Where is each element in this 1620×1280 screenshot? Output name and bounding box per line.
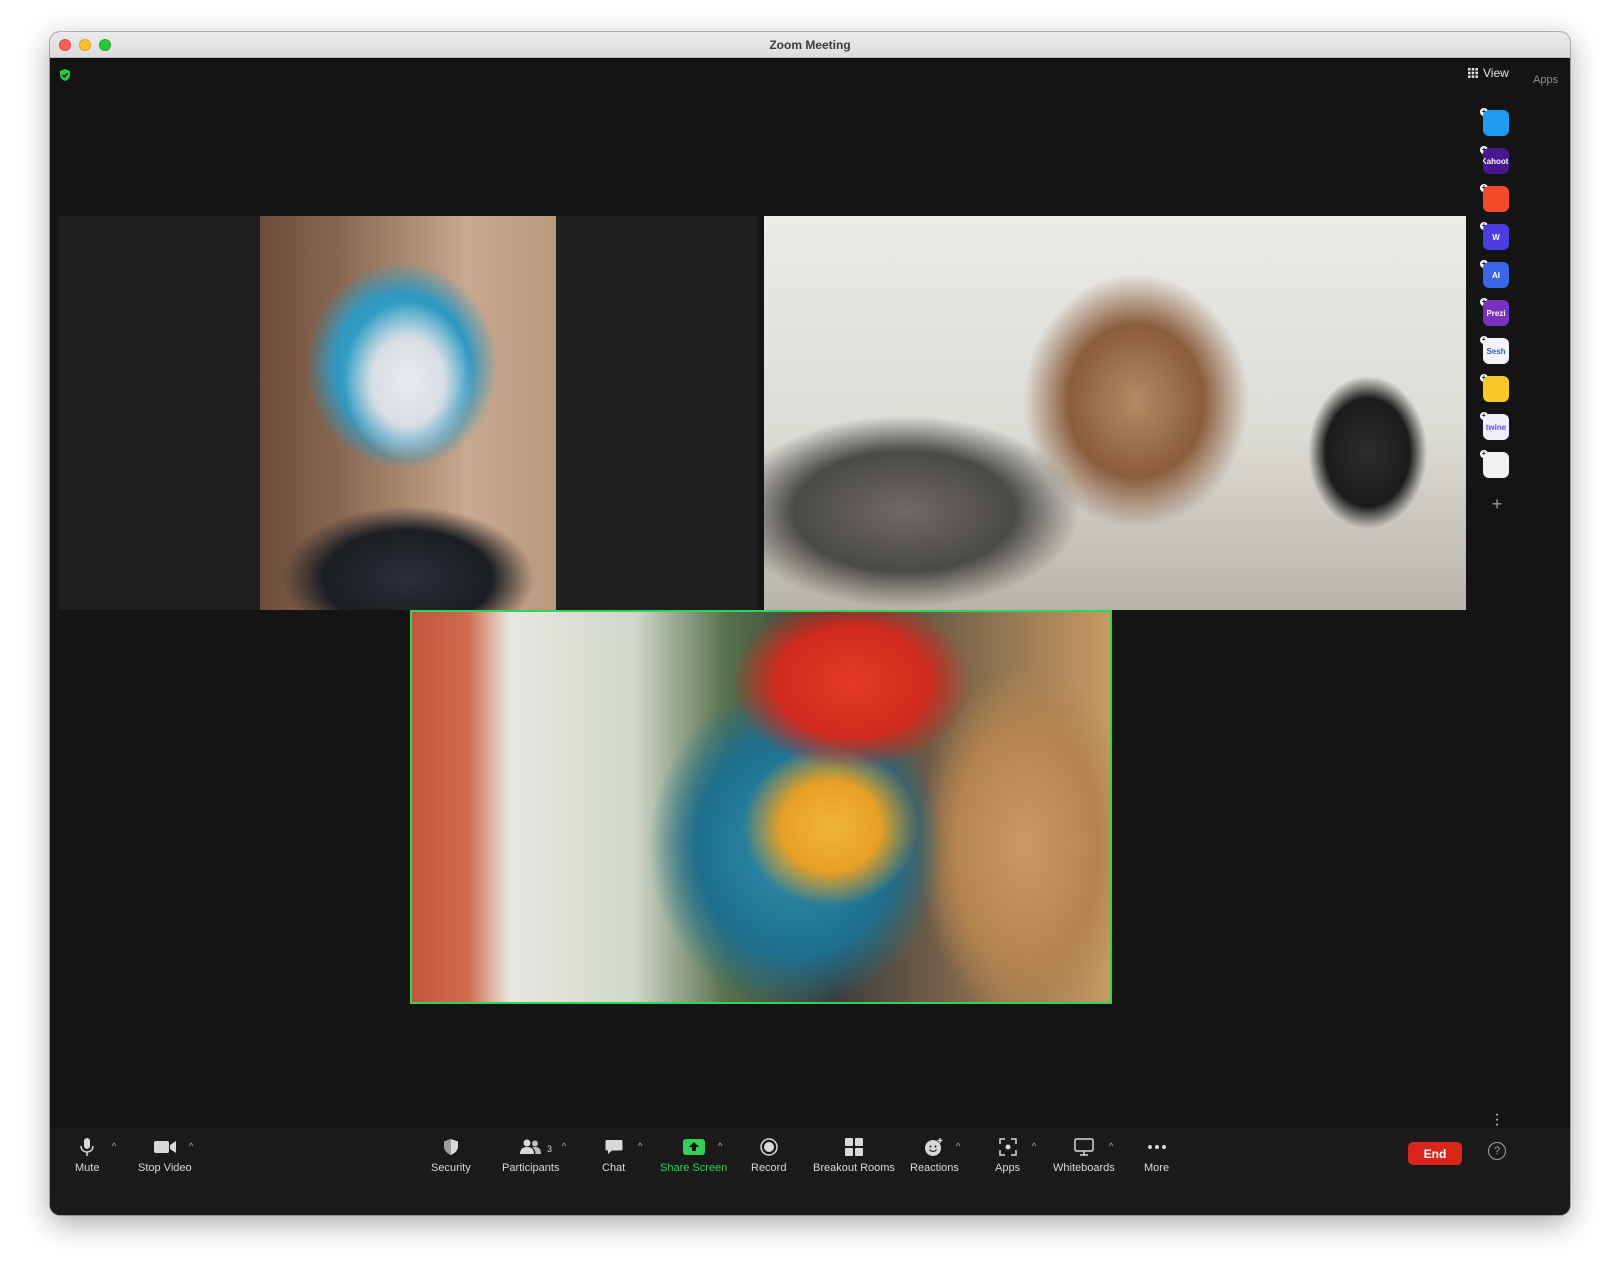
audio-options-chevron-up-icon[interactable]: ^ xyxy=(112,1141,116,1151)
app-w-icon[interactable]: W xyxy=(1483,224,1509,250)
reactions-options-chevron-up-icon[interactable]: ^ xyxy=(956,1141,960,1151)
app-sesh-icon[interactable]: Sesh xyxy=(1483,338,1509,364)
participants-button[interactable]: Participants xyxy=(502,1136,559,1174)
participants-icon xyxy=(519,1136,542,1158)
whiteboard-icon xyxy=(1073,1136,1095,1158)
stop-video-button[interactable]: Stop Video xyxy=(138,1136,192,1174)
help-button[interactable]: ? xyxy=(1488,1142,1506,1160)
apps-panel-label: Apps xyxy=(1533,74,1559,86)
video-camera-icon xyxy=(153,1136,176,1158)
app-smiley-icon[interactable] xyxy=(1483,376,1509,402)
view-label: View xyxy=(1483,66,1509,80)
chat-button[interactable]: Chat xyxy=(602,1136,625,1174)
stop-video-label: Stop Video xyxy=(138,1162,192,1174)
share-screen-label: Share Screen xyxy=(660,1162,728,1174)
mute-button[interactable]: Mute xyxy=(75,1136,99,1174)
whiteboards-button[interactable]: Whiteboards xyxy=(1053,1136,1115,1174)
participant-video-feed-3 xyxy=(412,612,1110,1002)
end-meeting-button[interactable]: End xyxy=(1408,1142,1462,1165)
app-arrow-icon[interactable] xyxy=(1483,110,1509,136)
reactions-smiley-icon xyxy=(923,1136,945,1158)
mute-label: Mute xyxy=(75,1162,100,1174)
record-button[interactable]: Record xyxy=(751,1136,786,1174)
app-grid-icon[interactable] xyxy=(1483,452,1509,478)
window-title: Zoom Meeting xyxy=(769,38,851,52)
active-speaker-video-tile[interactable] xyxy=(410,610,1112,1004)
security-label: Security xyxy=(431,1162,471,1174)
app-prezi-icon[interactable]: Prezi xyxy=(1483,300,1509,326)
view-button[interactable]: View xyxy=(1468,66,1509,80)
video-options-chevron-up-icon[interactable]: ^ xyxy=(189,1141,193,1151)
chat-options-chevron-up-icon[interactable]: ^ xyxy=(638,1141,642,1151)
add-app-button[interactable]: + xyxy=(1486,494,1508,516)
more-button[interactable]: More xyxy=(1144,1136,1169,1174)
encryption-shield-icon[interactable] xyxy=(58,68,72,82)
participants-count-badge: 3 xyxy=(547,1144,553,1154)
participant-video-feed-2 xyxy=(764,216,1466,610)
share-options-chevron-up-icon[interactable]: ^ xyxy=(718,1141,722,1151)
app-red-block-icon[interactable] xyxy=(1483,186,1509,212)
share-screen-icon xyxy=(682,1136,705,1158)
app-kahoot-icon[interactable]: Kahoot! xyxy=(1483,148,1509,174)
microphone-icon xyxy=(76,1136,98,1158)
record-icon xyxy=(758,1136,780,1158)
title-bar: Zoom Meeting xyxy=(50,32,1570,58)
apps-button[interactable]: Apps xyxy=(995,1136,1020,1174)
security-shield-icon xyxy=(440,1136,462,1158)
whiteboards-options-chevron-up-icon[interactable]: ^ xyxy=(1109,1141,1113,1151)
reactions-button[interactable]: Reactions xyxy=(910,1136,959,1174)
participant-video-feed-1 xyxy=(260,216,556,610)
apps-toolbar-label: Apps xyxy=(995,1162,1021,1174)
more-label: More xyxy=(1144,1162,1170,1174)
zoom-meeting-window: Zoom Meeting View Apps ++Kahoot!++W+AI+P… xyxy=(50,32,1570,1215)
apps-options-chevron-up-icon[interactable]: ^ xyxy=(1032,1141,1036,1151)
grid-view-icon xyxy=(1468,68,1478,78)
chat-label: Chat xyxy=(602,1162,626,1174)
breakout-rooms-button[interactable]: Breakout Rooms xyxy=(813,1136,895,1174)
record-label: Record xyxy=(751,1162,787,1174)
app-ai-icon[interactable]: AI xyxy=(1483,262,1509,288)
breakout-rooms-icon xyxy=(843,1136,865,1158)
participant-video-tile-1[interactable] xyxy=(58,216,758,610)
chat-bubble-icon xyxy=(603,1136,625,1158)
meeting-controls-toolbar: Mute ^ Stop Video ^ Security Participant… xyxy=(50,1128,1570,1215)
breakout-rooms-label: Breakout Rooms xyxy=(813,1162,895,1174)
participants-label: Participants xyxy=(502,1162,560,1174)
app-twine-icon[interactable]: twine xyxy=(1483,414,1509,440)
participant-video-tile-2[interactable] xyxy=(764,216,1466,610)
participants-options-chevron-up-icon[interactable]: ^ xyxy=(562,1141,566,1151)
apps-icon xyxy=(997,1136,1019,1158)
more-dots-icon xyxy=(1146,1136,1168,1158)
more-options-kebab-icon[interactable]: · · · xyxy=(1492,1107,1502,1133)
security-button[interactable]: Security xyxy=(431,1136,471,1174)
whiteboards-label: Whiteboards xyxy=(1053,1162,1115,1174)
reactions-label: Reactions xyxy=(910,1162,959,1174)
